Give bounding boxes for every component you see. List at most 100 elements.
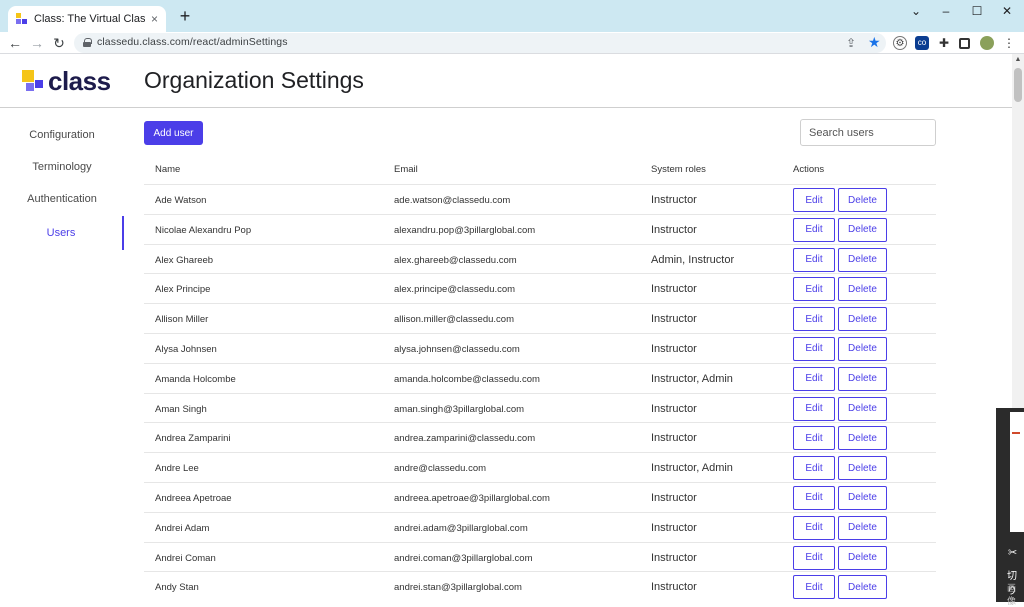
address-bar[interactable]: classedu.class.com/react/adminSettings ⇪… — [74, 33, 886, 53]
avatar[interactable] — [980, 36, 994, 50]
column-header-email: Email — [394, 164, 418, 175]
edit-user-button[interactable]: Edit — [793, 247, 835, 272]
table-row: Ade Watson ade.watson@classedu.com Instruc… — [144, 184, 936, 214]
table-row: Andreea Apetroae andreea.apetroae@3pillar… — [144, 481, 936, 512]
search-users-input[interactable] — [800, 119, 936, 146]
user-roles: Instructor — [651, 551, 697, 564]
edit-user-button[interactable]: Edit — [793, 515, 835, 540]
snip-subtitle: 画像 — [1007, 583, 1017, 606]
snip-tool-icon: ✂ — [1008, 547, 1018, 559]
sidebar-item-terminology[interactable]: Terminology — [0, 152, 124, 182]
reload-button[interactable]: ↻ — [50, 34, 68, 52]
back-button[interactable]: ← — [6, 34, 24, 52]
edit-user-button[interactable]: Edit — [793, 217, 835, 242]
delete-user-button[interactable]: Delete — [838, 336, 887, 361]
url-text: classedu.class.com/react/adminSettings — [97, 36, 288, 48]
sidepanel-icon[interactable] — [959, 38, 970, 49]
user-roles: Instructor — [651, 313, 697, 326]
user-email: alysa.johnsen@classedu.com — [394, 343, 520, 355]
delete-user-button[interactable]: Delete — [838, 575, 887, 600]
table-row: Andrei Adam andrei.adam@3pillarglobal.com… — [144, 511, 936, 542]
user-email: allison.miller@classedu.com — [394, 314, 514, 326]
user-email: alex.ghareeb@classedu.com — [394, 254, 517, 266]
browser-tab[interactable]: Class: The Virtual Classroom Buil × — [8, 6, 166, 32]
user-name: Andrei Adam — [155, 522, 210, 534]
table-row: Andre Lee andre@classedu.com Instructor, A… — [144, 452, 936, 482]
delete-user-button[interactable]: Delete — [838, 426, 887, 451]
os-snip-overlay[interactable]: ✂ 切り 画像 — [996, 408, 1024, 606]
delete-user-button[interactable]: Delete — [838, 247, 887, 272]
table-row: Andrea Zamparini andrea.zamparini@classed… — [144, 422, 936, 452]
tab-close-icon[interactable]: × — [151, 12, 158, 26]
bookmark-star-icon[interactable]: ★ — [868, 34, 881, 51]
edit-user-button[interactable]: Edit — [793, 307, 835, 332]
user-email: ade.watson@classedu.com — [394, 195, 511, 206]
user-roles: Instructor — [651, 491, 697, 504]
user-email: andrei.coman@3pillarglobal.com — [394, 552, 533, 564]
scrollbar-thumb[interactable] — [1014, 68, 1022, 102]
users-table-header: Name Email System roles Actions — [144, 158, 936, 182]
add-user-button[interactable]: Add user — [144, 121, 203, 145]
table-row: Allison Miller allison.miller@classedu.co… — [144, 303, 936, 333]
minimize-button[interactable]: – — [930, 0, 962, 22]
sidebar-item-configuration[interactable]: Configuration — [0, 120, 124, 150]
snip-preview — [1010, 412, 1024, 532]
menu-icon[interactable]: ⋮ — [1002, 36, 1016, 50]
puzzle-icon[interactable]: ✚ — [937, 36, 951, 50]
column-header-actions: Actions — [793, 164, 825, 175]
close-window-button[interactable]: ✕ — [991, 0, 1023, 22]
delete-user-button[interactable]: Delete — [838, 456, 887, 481]
browser-titlebar: Class: The Virtual Classroom Buil × + ⌄ … — [0, 0, 1024, 32]
scroll-up-icon[interactable]: ▲ — [1014, 56, 1022, 64]
column-header-roles: System roles — [651, 164, 706, 175]
table-row: Aman Singh aman.singh@3pillarglobal.com In… — [144, 392, 936, 423]
delete-user-button[interactable]: Delete — [838, 307, 887, 332]
user-email: andreea.apetroae@3pillarglobal.com — [394, 492, 550, 504]
window-chevron-icon[interactable]: ⌄ — [900, 0, 932, 22]
user-name: Andre Lee — [155, 463, 199, 475]
user-name: Andy Stan — [155, 582, 199, 594]
edit-user-button[interactable]: Edit — [793, 396, 835, 421]
user-roles: Instructor — [651, 432, 697, 445]
table-row: Alysa Johnsen alysa.johnsen@classedu.com I… — [144, 332, 936, 363]
tab-title: Class: The Virtual Classroom Buil — [34, 13, 145, 25]
edit-user-button[interactable]: Edit — [793, 336, 835, 361]
user-roles: Instructor — [651, 283, 697, 296]
sidebar-item-users[interactable]: Users — [0, 216, 124, 250]
user-roles: Instructor — [651, 342, 697, 355]
edit-user-button[interactable]: Edit — [793, 456, 835, 481]
user-email: andrea.zamparini@classedu.com — [394, 433, 536, 445]
edit-user-button[interactable]: Edit — [793, 426, 835, 451]
user-roles: Instructor — [651, 581, 697, 594]
user-name: Allison Miller — [155, 314, 209, 326]
delete-user-button[interactable]: Delete — [838, 545, 887, 570]
browser-toolbar: ← → ↻ classedu.class.com/react/adminSett… — [0, 32, 1024, 54]
delete-user-button[interactable]: Delete — [838, 366, 887, 391]
new-tab-button[interactable]: + — [176, 7, 194, 25]
co-icon[interactable]: co — [915, 36, 929, 50]
edit-user-button[interactable]: Edit — [793, 575, 835, 600]
delete-user-button[interactable]: Delete — [838, 188, 887, 212]
user-name: Alex Ghareeb — [155, 254, 214, 266]
edit-user-button[interactable]: Edit — [793, 188, 835, 212]
edit-user-button[interactable]: Edit — [793, 366, 835, 391]
delete-user-button[interactable]: Delete — [838, 217, 887, 242]
maximize-button[interactable]: ☐ — [961, 0, 993, 22]
user-email: andrei.stan@3pillarglobal.com — [394, 582, 522, 594]
gear-icon[interactable]: ⚙ — [893, 36, 907, 50]
delete-user-button[interactable]: Delete — [838, 515, 887, 540]
edit-user-button[interactable]: Edit — [793, 485, 835, 510]
delete-user-button[interactable]: Delete — [838, 396, 887, 421]
logo-text: class — [48, 66, 111, 96]
class-logo[interactable]: class — [22, 66, 114, 96]
table-row: Andrei Coman andrei.coman@3pillarglobal.c… — [144, 541, 936, 572]
forward-button[interactable]: → — [28, 34, 46, 52]
edit-user-button[interactable]: Edit — [793, 545, 835, 570]
delete-user-button[interactable]: Delete — [838, 485, 887, 510]
delete-user-button[interactable]: Delete — [838, 277, 887, 302]
share-icon[interactable]: ⇪ — [846, 36, 856, 50]
sidebar-item-authentication[interactable]: Authentication — [0, 184, 124, 214]
user-roles: Instructor — [651, 194, 697, 206]
edit-user-button[interactable]: Edit — [793, 277, 835, 302]
user-roles: Instructor, Admin — [651, 462, 733, 475]
